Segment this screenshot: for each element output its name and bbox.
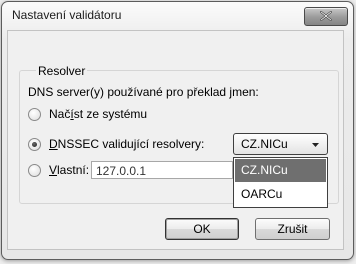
dns-description: DNS server(y) používané pro překlad jmen… <box>28 85 259 99</box>
close-button[interactable] <box>304 7 348 26</box>
resolver-group-label: Resolver <box>36 64 88 78</box>
radio-system[interactable]: Načíst ze systému <box>28 106 147 122</box>
radio-system-label: Načíst ze systému <box>49 107 148 121</box>
dropdown-option-oarc[interactable]: OARCu <box>235 183 326 206</box>
resolver-select[interactable]: CZ.NICu <box>233 133 328 155</box>
resolver-dropdown-list: CZ.NICu OARCu <box>233 157 328 208</box>
custom-resolver-input[interactable]: 127.0.0.1 <box>91 161 233 179</box>
radio-system-indicator[interactable] <box>28 107 41 121</box>
dialog-title: Nastavení validátoru <box>12 8 122 22</box>
radio-custom[interactable]: Vlastní: <box>28 162 89 178</box>
dropdown-option-cznic[interactable]: CZ.NICu <box>235 159 326 182</box>
radio-custom-indicator[interactable] <box>28 163 41 177</box>
cancel-button[interactable]: Zrušit <box>255 218 330 240</box>
radio-dnssec[interactable]: DNSSEC validující resolvery: <box>28 136 204 152</box>
radio-dnssec-label: DNSSEC validující resolvery: <box>49 137 205 151</box>
close-icon <box>320 11 332 21</box>
resolver-select-value: CZ.NICu <box>241 137 288 151</box>
ok-button[interactable]: OK <box>165 218 239 240</box>
radio-custom-label: Vlastní: <box>49 163 90 177</box>
radio-dnssec-indicator[interactable] <box>28 137 41 151</box>
chevron-down-icon <box>312 143 319 147</box>
